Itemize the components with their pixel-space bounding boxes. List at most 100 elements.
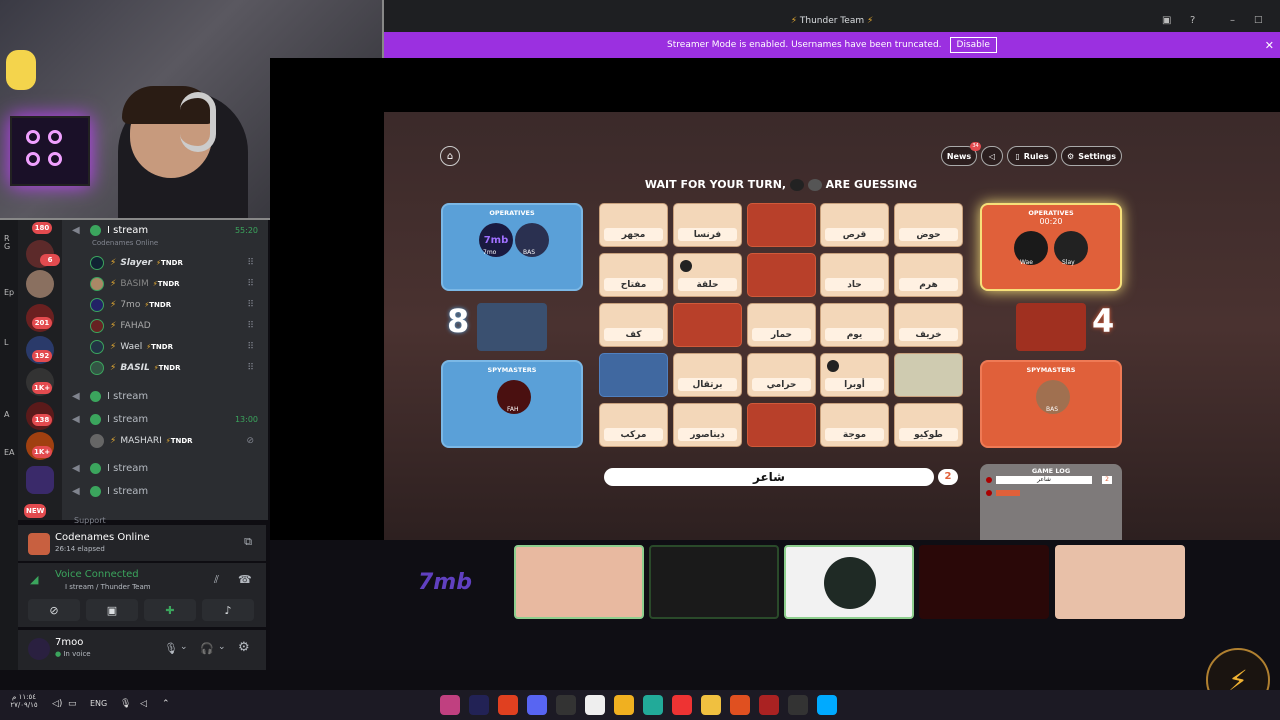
windows-icon[interactable] — [817, 695, 837, 715]
mute-button[interactable]: ◁ — [981, 146, 1003, 166]
word-card[interactable]: كف — [599, 303, 668, 347]
player-cam-7mb: 7mb — [418, 569, 472, 595]
voice-user[interactable]: ⚡ FAHAD ⠿ — [90, 316, 260, 336]
word-card[interactable]: حاد — [820, 253, 889, 297]
clock[interactable]: ١١:٥٤ م ٢٧/٠٩/١٥ — [6, 693, 42, 709]
popout-icon[interactable]: ⧉ — [244, 535, 252, 549]
bolt-icon: ⚡ — [790, 16, 798, 26]
word-card[interactable] — [747, 203, 816, 247]
player-name: 7mo — [483, 249, 497, 256]
word-card[interactable]: طوكيو — [894, 403, 963, 447]
camera-off-button[interactable]: ⊘ — [28, 599, 80, 621]
app-icon[interactable] — [672, 695, 692, 715]
word-card[interactable]: يوم — [820, 303, 889, 347]
server-icon[interactable] — [26, 270, 54, 298]
acrobat-icon[interactable] — [759, 695, 779, 715]
settings-button[interactable]: ⚙ Settings — [1061, 146, 1122, 166]
discord-icon[interactable] — [527, 695, 547, 715]
player-name: BAS — [523, 249, 536, 256]
word-card[interactable] — [747, 403, 816, 447]
voice-user[interactable]: ⚡ MASHARI ⚡TNDR ⊘ — [90, 431, 260, 451]
voice-user[interactable]: ⚡ BASIL ⚡TNDR ⠿ — [90, 358, 260, 378]
noise-suppression-icon[interactable]: ⫽ — [214, 573, 219, 587]
chevron-down-icon[interactable]: ⌄ — [218, 642, 226, 652]
disconnect-icon[interactable]: ☎ — [238, 573, 252, 586]
network-icon[interactable]: ▭ — [68, 699, 77, 709]
voice-channel[interactable]: ◀ I stream — [72, 409, 148, 429]
terminal-icon[interactable] — [469, 695, 489, 715]
voice-channel[interactable]: ◀ I stream — [72, 458, 148, 478]
folder-icon[interactable] — [26, 466, 54, 494]
word-card[interactable]: فرنسا — [673, 203, 742, 247]
screen-share-icon: ▣ — [106, 603, 118, 617]
word-card[interactable]: مركب — [599, 403, 668, 447]
word-card[interactable]: حوض — [894, 203, 963, 247]
rules-button[interactable]: ▯ Rules — [1007, 146, 1057, 166]
word-card[interactable]: حمار — [747, 303, 816, 347]
game-log[interactable]: GAME LOG شاعر 2 — [980, 464, 1122, 540]
notes-icon[interactable] — [585, 695, 605, 715]
support-category[interactable]: Support — [74, 516, 106, 525]
language-indicator[interactable]: ENG — [90, 699, 107, 708]
screen-share-button[interactable]: ▣ — [86, 599, 138, 621]
player-cam — [649, 545, 779, 619]
voice-user[interactable]: ⚡ Wael ⚡TNDR ⠿ — [90, 337, 260, 357]
word-card[interactable]: مجهر — [599, 203, 668, 247]
word-card[interactable]: حرامي — [747, 353, 816, 397]
activity-panel[interactable]: Codenames Online 26:14 elapsed ⧉ — [18, 525, 266, 561]
voice-user[interactable]: ⚡ BASIM ⚡TNDR ⠿ — [90, 274, 260, 294]
microphone-icon[interactable]: 🎙 — [164, 642, 178, 655]
word-card[interactable]: خريف — [894, 303, 963, 347]
disable-streamer-button[interactable]: Disable — [949, 37, 997, 53]
app-icon[interactable] — [556, 695, 576, 715]
signal-icon[interactable]: ◢ — [30, 573, 38, 586]
minimize-icon[interactable]: – — [1230, 15, 1235, 26]
soundboard-button[interactable]: ♪ — [202, 599, 254, 621]
word-card[interactable] — [599, 353, 668, 397]
close-icon[interactable]: ✕ — [1265, 39, 1274, 52]
chevron-down-icon[interactable]: ⌄ — [180, 642, 188, 652]
avatar[interactable] — [28, 638, 50, 660]
speaker-icon[interactable]: ◁ — [140, 699, 147, 709]
word-card[interactable] — [894, 353, 963, 397]
help-icon[interactable]: ? — [1190, 15, 1195, 26]
inbox-icon[interactable]: ▣ — [1162, 15, 1171, 26]
player-name: Slay — [1062, 259, 1075, 266]
card-word: يوم — [825, 328, 884, 341]
activities-button[interactable]: ✚ — [144, 599, 196, 621]
microphone-icon[interactable]: 🎙 — [120, 699, 131, 709]
word-card[interactable]: هرم — [894, 253, 963, 297]
word-card[interactable]: مفتاح — [599, 253, 668, 297]
word-card[interactable]: برتقال — [673, 353, 742, 397]
obs-icon[interactable] — [440, 695, 460, 715]
chevron-up-icon[interactable]: ⌃ — [162, 699, 170, 709]
folder-icon[interactable] — [701, 695, 721, 715]
word-card[interactable]: أوبرا — [820, 353, 889, 397]
headphones-icon[interactable]: 🎧 — [200, 642, 214, 655]
card-word: أوبرا — [825, 378, 884, 391]
gear-icon[interactable]: ⚙ — [238, 640, 250, 655]
voice-channel[interactable]: ◀ I stream — [72, 220, 148, 240]
voice-user[interactable]: ⚡ 7mo ⚡TNDR ⠿ — [90, 295, 260, 315]
brave-icon[interactable] — [730, 695, 750, 715]
voice-user[interactable]: ⚡ Slayer ⚡TNDR ⠿ — [90, 253, 260, 273]
word-card[interactable] — [747, 253, 816, 297]
word-card[interactable]: ديناصور — [673, 403, 742, 447]
player-marker — [827, 360, 839, 372]
chrome-icon[interactable] — [498, 695, 518, 715]
search-icon[interactable] — [788, 695, 808, 715]
home-icon[interactable]: ⌂ — [440, 146, 460, 166]
volume-icon[interactable]: ◁) — [52, 699, 62, 709]
word-card[interactable]: حلقة — [673, 253, 742, 297]
new-badge[interactable]: NEW — [24, 504, 47, 518]
word-card[interactable]: موجة — [820, 403, 889, 447]
word-card[interactable]: قرص — [820, 203, 889, 247]
voice-channel-name[interactable]: I stream / Thunder Team — [65, 583, 151, 591]
voice-channel[interactable]: ◀ I stream — [72, 386, 148, 406]
voice-channel[interactable]: ◀ I stream — [72, 481, 148, 501]
app-icon[interactable] — [614, 695, 634, 715]
maximize-icon[interactable]: □ — [1254, 15, 1263, 25]
word-card[interactable] — [673, 303, 742, 347]
app-icon[interactable] — [643, 695, 663, 715]
card-word: موجة — [825, 428, 884, 441]
